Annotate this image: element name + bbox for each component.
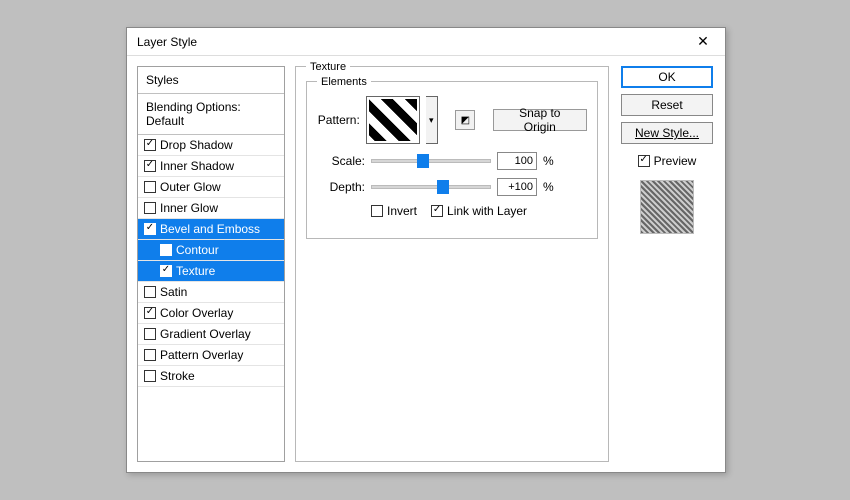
style-item-label: Outer Glow (160, 180, 221, 194)
new-style-button[interactable]: New Style... (621, 122, 713, 144)
depth-row: Depth: % (317, 178, 587, 196)
scale-input[interactable] (497, 152, 537, 170)
right-panel: OK Reset New Style... Preview (619, 66, 715, 462)
style-item-color-overlay[interactable]: Color Overlay (138, 303, 284, 324)
elements-group-label: Elements (317, 76, 371, 88)
style-item-drop-shadow[interactable]: Drop Shadow (138, 135, 284, 156)
style-item-label: Color Overlay (160, 306, 233, 320)
checkbox-row: Invert Link with Layer (317, 204, 587, 218)
scale-thumb[interactable] (417, 154, 429, 168)
depth-thumb[interactable] (437, 180, 449, 194)
pattern-swatch[interactable] (366, 96, 420, 144)
preview-label: Preview (654, 154, 697, 168)
pattern-dropdown[interactable]: ▾ (426, 96, 439, 144)
scale-label: Scale: (317, 154, 365, 168)
style-item-gradient-overlay[interactable]: Gradient Overlay (138, 324, 284, 345)
depth-slider[interactable] (371, 185, 491, 189)
close-icon: ✕ (697, 33, 709, 50)
scale-row: Scale: % (317, 152, 587, 170)
scale-slider[interactable] (371, 159, 491, 163)
style-checkbox[interactable] (144, 286, 156, 298)
style-checkbox[interactable] (144, 202, 156, 214)
style-item-label: Texture (176, 264, 215, 278)
preview-swatch (640, 180, 694, 234)
style-item-outer-glow[interactable]: Outer Glow (138, 177, 284, 198)
link-label: Link with Layer (447, 204, 527, 218)
blending-options[interactable]: Blending Options: Default (138, 94, 284, 135)
style-checkbox[interactable] (144, 370, 156, 382)
dialog-title: Layer Style (137, 35, 687, 49)
center-panel: Texture Elements Pattern: ▾ ◩ Snap to Or… (295, 66, 609, 462)
styles-panel: Styles Blending Options: Default Drop Sh… (137, 66, 285, 462)
style-checkbox[interactable] (160, 265, 172, 277)
new-pattern-icon: ◩ (461, 115, 470, 126)
style-checkbox[interactable] (144, 307, 156, 319)
pattern-row: Pattern: ▾ ◩ Snap to Origin (317, 96, 587, 144)
texture-group-label: Texture (306, 61, 350, 73)
snap-to-origin-button[interactable]: Snap to Origin (493, 109, 587, 131)
style-item-label: Gradient Overlay (160, 327, 251, 341)
scale-percent: % (543, 154, 554, 168)
style-item-label: Drop Shadow (160, 138, 233, 152)
style-item-label: Satin (160, 285, 187, 299)
link-with-layer-checkbox[interactable]: Link with Layer (431, 204, 527, 218)
texture-group: Texture Elements Pattern: ▾ ◩ Snap to Or… (295, 66, 609, 462)
style-item-satin[interactable]: Satin (138, 282, 284, 303)
depth-percent: % (543, 180, 554, 194)
preview-checkbox[interactable]: Preview (638, 154, 697, 168)
layer-style-dialog: Layer Style ✕ Styles Blending Options: D… (126, 27, 726, 473)
style-checkbox[interactable] (144, 223, 156, 235)
close-button[interactable]: ✕ (687, 31, 719, 53)
style-checkbox[interactable] (144, 160, 156, 172)
dialog-body: Styles Blending Options: Default Drop Sh… (127, 56, 725, 472)
style-item-contour[interactable]: Contour (138, 240, 284, 261)
style-checkbox[interactable] (144, 181, 156, 193)
depth-label: Depth: (317, 180, 365, 194)
create-pattern-button[interactable]: ◩ (455, 110, 475, 130)
style-item-pattern-overlay[interactable]: Pattern Overlay (138, 345, 284, 366)
style-item-stroke[interactable]: Stroke (138, 366, 284, 387)
ok-button[interactable]: OK (621, 66, 713, 88)
invert-checkbox[interactable]: Invert (371, 204, 417, 218)
invert-label: Invert (387, 204, 417, 218)
style-item-inner-glow[interactable]: Inner Glow (138, 198, 284, 219)
style-item-label: Stroke (160, 369, 195, 383)
style-item-bevel-and-emboss[interactable]: Bevel and Emboss (138, 219, 284, 240)
style-item-label: Inner Glow (160, 201, 218, 215)
pattern-label: Pattern: (317, 113, 360, 127)
style-checkbox[interactable] (160, 244, 172, 256)
style-checkbox[interactable] (144, 349, 156, 361)
style-item-texture[interactable]: Texture (138, 261, 284, 282)
style-item-label: Contour (176, 243, 219, 257)
elements-group: Elements Pattern: ▾ ◩ Snap to Origin S (306, 81, 598, 239)
style-item-inner-shadow[interactable]: Inner Shadow (138, 156, 284, 177)
titlebar: Layer Style ✕ (127, 28, 725, 56)
depth-input[interactable] (497, 178, 537, 196)
styles-list: Drop Shadow Inner Shadow Outer Glow Inner G… (138, 135, 284, 387)
style-item-label: Bevel and Emboss (160, 222, 260, 236)
styles-header[interactable]: Styles (138, 67, 284, 94)
style-item-label: Pattern Overlay (160, 348, 243, 362)
style-checkbox[interactable] (144, 328, 156, 340)
reset-button[interactable]: Reset (621, 94, 713, 116)
style-item-label: Inner Shadow (160, 159, 234, 173)
style-checkbox[interactable] (144, 139, 156, 151)
